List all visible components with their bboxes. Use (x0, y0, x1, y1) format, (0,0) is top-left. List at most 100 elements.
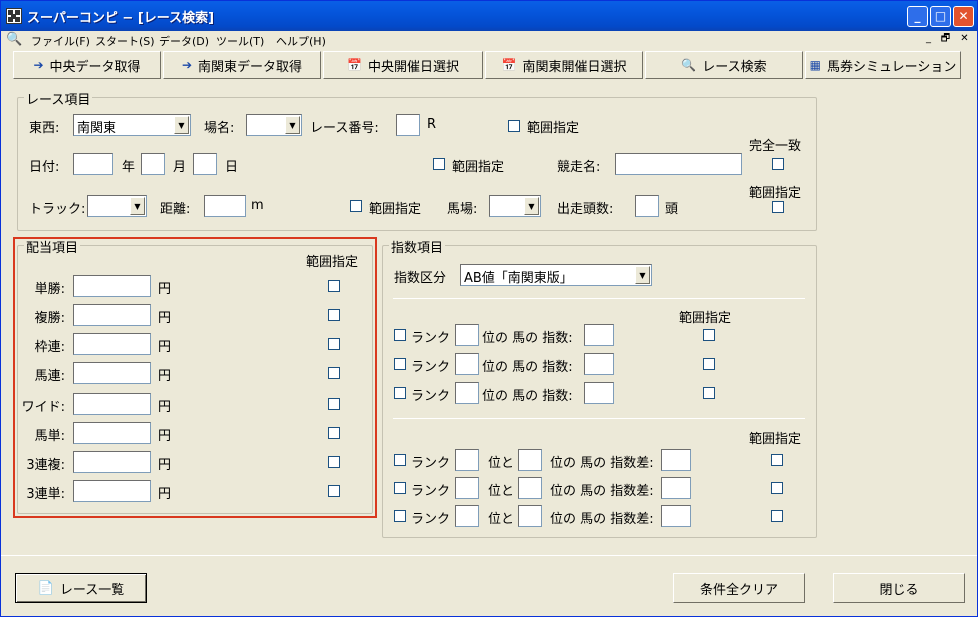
payout-amount-input[interactable] (73, 304, 151, 326)
minimize-button[interactable]: _ (907, 6, 928, 27)
rank-checkbox[interactable] (394, 387, 406, 399)
payout-range-checkbox[interactable] (328, 427, 340, 439)
diff-rank-from-input[interactable] (455, 505, 479, 527)
menu-start[interactable]: スタート(S) (95, 33, 155, 49)
rank-range-checkbox[interactable] (703, 329, 715, 341)
south-kanto-date-select-button[interactable]: 📅 南関東開催日選択 (485, 51, 643, 79)
mdi-restore-icon[interactable]: 🗗 (938, 32, 953, 46)
diff-range-checkbox[interactable] (771, 482, 783, 494)
ticket-simulation-button[interactable]: ▦ 馬券シミュレーション (805, 51, 961, 79)
distance-input[interactable] (204, 195, 246, 217)
rank-label: ランク (411, 512, 451, 527)
distance-range-checkbox[interactable] (350, 200, 362, 212)
diff-rank-from-input[interactable] (455, 449, 479, 471)
central-data-fetch-button[interactable]: ➔ 中央データ取得 (13, 51, 161, 79)
payout-yen-unit: 円 (158, 282, 172, 297)
close-window-button[interactable]: ✕ (953, 6, 974, 27)
payout-amount-input[interactable] (73, 480, 151, 502)
title-bar[interactable]: スーパーコンピ − [レース検索] _ □ ✕ (1, 1, 977, 31)
mdi-close-icon[interactable]: ✕ (957, 32, 972, 46)
diff-rank-to-input[interactable] (518, 505, 542, 527)
rank-range-checkbox[interactable] (703, 358, 715, 370)
distance-label: 距離: (160, 202, 191, 217)
diff-range-checkbox[interactable] (771, 454, 783, 466)
race-number-label: レース番号: (310, 121, 379, 136)
going-select[interactable]: ▼ (489, 195, 541, 217)
central-date-select-button[interactable]: 📅 中央開催日選択 (323, 51, 483, 79)
chevron-down-icon[interactable]: ▼ (174, 116, 189, 134)
payout-amount-input[interactable] (73, 362, 151, 384)
chevron-down-icon[interactable]: ▼ (285, 116, 300, 134)
payout-range-checkbox[interactable] (328, 367, 340, 379)
rank-input[interactable] (455, 353, 479, 375)
runners-range-checkbox[interactable] (772, 201, 784, 213)
payout-amount-input[interactable] (73, 422, 151, 444)
menu-help[interactable]: ヘルプ(H) (276, 33, 326, 49)
payout-range-checkbox[interactable] (328, 485, 340, 497)
rank-range-checkbox[interactable] (703, 387, 715, 399)
maximize-button[interactable]: □ (930, 6, 951, 27)
payout-range-checkbox[interactable] (328, 398, 340, 410)
race-name-input[interactable] (615, 153, 742, 175)
chevron-down-icon[interactable]: ▼ (524, 197, 539, 215)
payout-yen-unit: 円 (158, 487, 172, 502)
chevron-down-icon[interactable]: ▼ (130, 197, 145, 215)
exact-match-checkbox[interactable] (772, 158, 784, 170)
payout-range-checkbox[interactable] (328, 456, 340, 468)
year-input[interactable] (73, 153, 113, 175)
diff-range-checkbox[interactable] (771, 510, 783, 522)
payout-range-checkbox[interactable] (328, 280, 340, 292)
chevron-down-icon[interactable]: ▼ (635, 266, 650, 284)
rank-label: ランク (411, 360, 451, 375)
diff-rank-to-input[interactable] (518, 477, 542, 499)
east-west-select[interactable]: 南関東 ▼ (73, 114, 191, 136)
race-name-label: 競走名: (557, 160, 601, 175)
diff-rank-checkbox[interactable] (394, 454, 406, 466)
payout-yen-unit: 円 (158, 311, 172, 326)
date-range-checkbox[interactable] (433, 158, 445, 170)
payout-range-checkbox[interactable] (328, 309, 340, 321)
race-number-input[interactable] (396, 114, 420, 136)
exact-match-label: 完全一致 (749, 139, 802, 154)
race-number-range-checkbox[interactable] (508, 120, 520, 132)
payout-amount-input[interactable] (73, 393, 151, 415)
payout-amount-input[interactable] (73, 333, 151, 355)
diff-index-input[interactable] (661, 477, 691, 499)
diff-index-input[interactable] (661, 505, 691, 527)
diff-rank-to-input[interactable] (518, 449, 542, 471)
diff-index-input[interactable] (661, 449, 691, 471)
clear-all-button[interactable]: 条件全クリア (673, 573, 805, 603)
payout-label: 3連単: (26, 487, 65, 502)
month-unit: 月 (173, 160, 187, 175)
menu-tools[interactable]: ツール(T) (216, 33, 264, 49)
close-button[interactable]: 閉じる (833, 573, 965, 603)
runners-input[interactable] (635, 195, 659, 217)
race-search-button[interactable]: 🔍 レース検索 (645, 51, 803, 79)
index-type-select[interactable]: AB値「南関東版」 ▼ (460, 264, 652, 286)
payout-range-checkbox[interactable] (328, 338, 340, 350)
rank-label: ランク (411, 389, 451, 404)
day-input[interactable] (193, 153, 217, 175)
rank-checkbox[interactable] (394, 329, 406, 341)
diff-rank-from-input[interactable] (455, 477, 479, 499)
menu-data[interactable]: データ(D) (159, 33, 209, 49)
diff-rank-checkbox[interactable] (394, 482, 406, 494)
payout-amount-input[interactable] (73, 275, 151, 297)
rank-index-input[interactable] (584, 353, 614, 375)
south-kanto-data-fetch-button[interactable]: ➔ 南関東データ取得 (163, 51, 321, 79)
track-select[interactable]: ▼ (87, 195, 147, 217)
diff-rank-checkbox[interactable] (394, 510, 406, 522)
mdi-minimize-icon[interactable]: _ (921, 32, 936, 46)
payout-amount-input[interactable] (73, 451, 151, 473)
rank-index-input[interactable] (584, 382, 614, 404)
rank-input[interactable] (455, 324, 479, 346)
month-input[interactable] (141, 153, 165, 175)
venue-select[interactable]: ▼ (246, 114, 302, 136)
race-list-button[interactable]: 📄 レース一覧 (15, 573, 147, 603)
rank-index-input[interactable] (584, 324, 614, 346)
diff-index-label: 位の 馬の 指数差: (550, 456, 654, 471)
rank-checkbox[interactable] (394, 358, 406, 370)
diff-range-header: 範囲指定 (749, 432, 802, 447)
menu-file[interactable]: ファイル(F) (31, 33, 90, 49)
rank-input[interactable] (455, 382, 479, 404)
